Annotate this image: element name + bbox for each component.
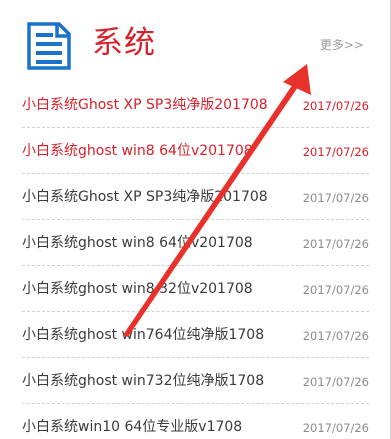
article-date: 2017/07/26 bbox=[302, 99, 369, 113]
article-date: 2017/07/26 bbox=[302, 191, 369, 205]
list-item: 小白系统ghost win8 64位v201708 2017/07/26 bbox=[22, 128, 369, 174]
article-date: 2017/07/26 bbox=[302, 421, 369, 435]
article-link[interactable]: 小白系统ghost win732位纯净版1708 bbox=[22, 371, 264, 391]
article-link[interactable]: 小白系统Ghost XP SP3纯净版201708 bbox=[22, 187, 268, 207]
list-item: 小白系统ghost win8 32位v201708 2017/07/26 bbox=[22, 266, 369, 312]
list-item: 小白系统Ghost XP SP3纯净版201708 2017/07/26 bbox=[22, 82, 369, 128]
system-news-panel: 系统 更多>> 小白系统Ghost XP SP3纯净版201708 2017/07… bbox=[0, 0, 391, 439]
panel-header: 系统 更多>> bbox=[0, 0, 390, 84]
article-date: 2017/07/26 bbox=[302, 375, 369, 389]
article-date: 2017/07/26 bbox=[302, 145, 369, 159]
article-link[interactable]: 小白系统win10 64位专业版v1708 bbox=[22, 417, 242, 437]
list-item: 小白系统Ghost XP SP3纯净版201708 2017/07/26 bbox=[22, 174, 369, 220]
article-date: 2017/07/26 bbox=[302, 283, 369, 297]
list-item: 小白系统win10 64位专业版v1708 2017/07/26 bbox=[22, 404, 369, 439]
article-list: 小白系统Ghost XP SP3纯净版201708 2017/07/26 小白系统g… bbox=[22, 82, 369, 439]
article-link[interactable]: 小白系统ghost win8 64位v201708 bbox=[22, 141, 253, 161]
article-link[interactable]: 小白系统ghost win8 32位v201708 bbox=[22, 279, 253, 299]
section-title: 系统 bbox=[92, 25, 156, 61]
article-link[interactable]: 小白系统ghost win764位纯净版1708 bbox=[22, 325, 264, 345]
list-item: 小白系统ghost win8 64位v201708 2017/07/26 bbox=[22, 220, 369, 266]
list-item: 小白系统ghost win732位纯净版1708 2017/07/26 bbox=[22, 358, 369, 404]
list-item: 小白系统ghost win764位纯净版1708 2017/07/26 bbox=[22, 312, 369, 358]
article-link[interactable]: 小白系统Ghost XP SP3纯净版201708 bbox=[22, 95, 268, 115]
article-date: 2017/07/26 bbox=[302, 329, 369, 343]
article-date: 2017/07/26 bbox=[302, 237, 369, 251]
more-link[interactable]: 更多>> bbox=[320, 36, 364, 53]
article-link[interactable]: 小白系统ghost win8 64位v201708 bbox=[22, 233, 253, 253]
document-icon bbox=[27, 22, 71, 70]
